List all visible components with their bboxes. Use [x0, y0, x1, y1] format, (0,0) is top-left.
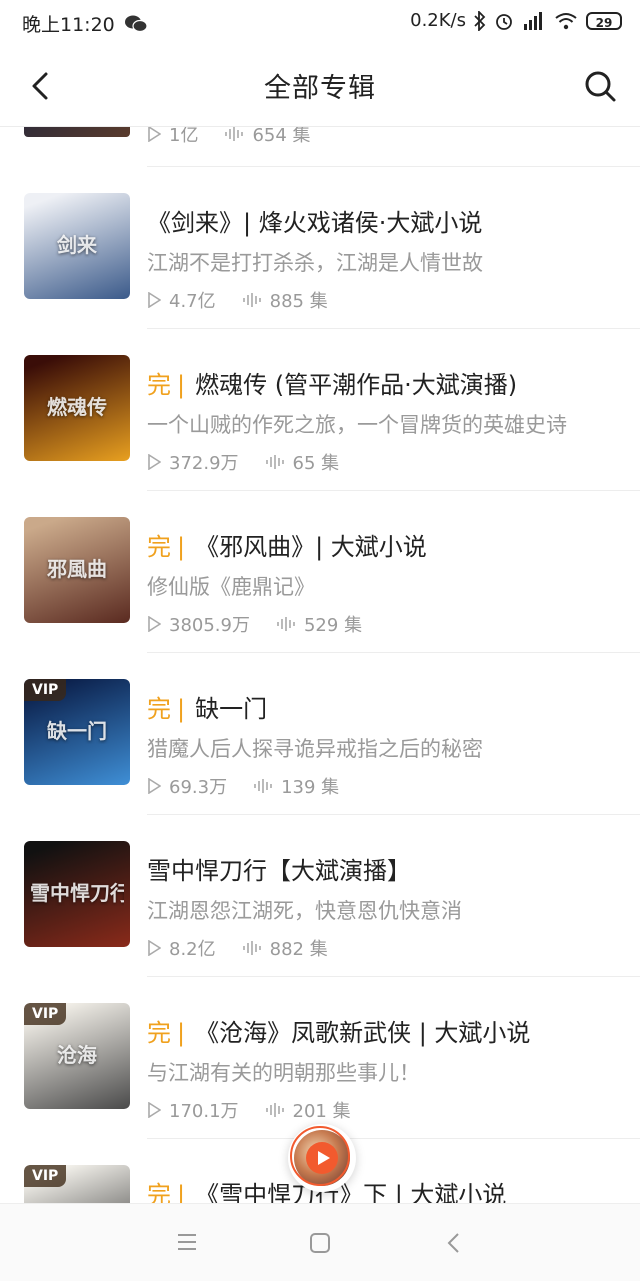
episode-count: 65 集	[292, 453, 340, 474]
audio-wave-icon	[277, 617, 295, 631]
album-cover: 邪風曲	[24, 517, 130, 623]
album-description: 修仙版《鹿鼎记》	[147, 575, 315, 599]
back-icon[interactable]	[444, 1232, 464, 1254]
completed-badge: 完	[147, 695, 171, 723]
album-title: 《剑来》| 烽火戏诸侯·大斌小说	[147, 209, 483, 237]
album-cover	[24, 127, 130, 137]
album-item[interactable]: 邪風曲 完 | 《邪风曲》| 大斌小说修仙版《鹿鼎记》 3805.9万 529 集	[0, 491, 640, 653]
play-button-icon[interactable]	[306, 1142, 338, 1174]
vip-badge: VIP	[24, 1003, 67, 1025]
header: 全部专辑	[0, 46, 640, 127]
cover-art-text: 燃魂传	[47, 395, 107, 419]
album-item[interactable]: 沧海 VIP 完 | 《沧海》凤歌新武侠 | 大斌小说与江湖有关的明朝那些事儿！ 170.…	[0, 977, 640, 1139]
vip-badge: VIP	[24, 679, 67, 701]
album-description: 与江湖有关的明朝那些事儿！	[147, 1061, 420, 1085]
home-square-icon[interactable]	[309, 1232, 331, 1254]
wifi-icon	[555, 12, 577, 29]
audio-wave-icon	[265, 1103, 284, 1117]
cover-art-text: 缺一门	[47, 719, 107, 743]
play-count: 170.1万	[169, 1101, 239, 1122]
network-speed: 0.2K/s	[410, 10, 466, 31]
album-list[interactable]: 1亿 654 集 剑来 《剑来》| 烽火戏诸侯·大斌小说江湖不是打打杀杀，江湖是人…	[0, 127, 640, 1203]
episode-count: 139 集	[281, 777, 340, 798]
completed-badge: 完	[147, 371, 171, 399]
album-description: 猎魔人后人探寻诡异戒指之后的秘密	[147, 737, 483, 761]
episode-count: 885 集	[269, 291, 328, 312]
wechat-icon	[124, 15, 147, 32]
completed-separator: |	[177, 533, 186, 561]
completed-badge: 完	[147, 533, 171, 561]
album-item[interactable]: 剑来 《剑来》| 烽火戏诸侯·大斌小说江湖不是打打杀杀，江湖是人情世故 4.7亿 88…	[0, 167, 640, 329]
cover-art-text: 沧海	[57, 1043, 97, 1067]
episode-count: 882 集	[269, 939, 328, 960]
completed-separator: |	[177, 1181, 186, 1203]
bluetooth-icon	[474, 10, 486, 31]
search-icon[interactable]	[582, 68, 618, 104]
menu-icon[interactable]	[176, 1232, 198, 1252]
cover-art-text: 剑来	[57, 233, 97, 257]
play-count: 69.3万	[169, 777, 228, 798]
episode-count: 654 集	[252, 127, 311, 146]
album-description: 江湖不是打打杀杀，江湖是人情世故	[147, 251, 483, 275]
play-icon	[148, 616, 161, 632]
album-cover: 剑来	[24, 193, 130, 299]
audio-wave-icon	[225, 127, 244, 141]
vip-badge: VIP	[24, 1165, 67, 1187]
album-title: 《雪中悍刀行》下 | 大斌小说	[195, 1181, 507, 1203]
episode-count: 201 集	[292, 1101, 351, 1122]
play-icon	[148, 127, 161, 142]
system-nav-bar	[0, 1203, 640, 1281]
play-icon	[148, 940, 161, 956]
album-cover: 缺一门 VIP	[24, 679, 130, 785]
album-title: 《邪风曲》| 大斌小说	[195, 533, 427, 561]
album-title: 《沧海》凤歌新武侠 | 大斌小说	[195, 1019, 531, 1047]
signal-icon	[524, 11, 542, 30]
audio-wave-icon	[254, 779, 272, 793]
album-item[interactable]: 缺一门 VIP 完 | 缺一门猎魔人后人探寻诡异戒指之后的秘密 69.3万 139 集	[0, 653, 640, 815]
completed-separator: |	[177, 1019, 186, 1047]
status-bar: 晚上11:20 0.2K/s 29	[0, 0, 640, 46]
audio-wave-icon	[242, 941, 261, 955]
mini-player[interactable]	[288, 1124, 356, 1192]
battery-indicator: 29	[586, 11, 622, 30]
play-icon	[148, 778, 161, 794]
play-count: 4.7亿	[169, 291, 216, 312]
play-icon	[148, 292, 161, 308]
cover-art-text: 雪中悍刀行	[30, 881, 124, 905]
episode-count: 529 集	[303, 615, 363, 636]
album-item[interactable]: 雪中悍刀行 雪中悍刀行【大斌演播】江湖恩怨江湖死，快意恩仇快意消 8.2亿 882 集	[0, 815, 640, 977]
play-count: 1亿	[169, 127, 199, 146]
play-icon	[148, 454, 161, 470]
album-title: 燃魂传 (管平潮作品·大斌演播)	[195, 371, 518, 399]
audio-wave-icon	[265, 455, 284, 469]
play-count: 3805.9万	[169, 615, 250, 636]
album-item[interactable]: 燃魂传 完 | 燃魂传 (管平潮作品·大斌演播) 一个山贼的作死之旅，一个冒牌货的英雄史…	[0, 329, 640, 491]
album-title: 缺一门	[195, 695, 268, 723]
completed-separator: |	[177, 371, 186, 399]
completed-badge: 完	[147, 1019, 171, 1047]
play-count: 8.2亿	[169, 939, 216, 960]
album-cover: 沧海 VIP	[24, 1003, 130, 1109]
album-description: 一个山贼的作死之旅，一个冒牌货的英雄史诗	[147, 413, 567, 437]
cover-art-text: 邪風曲	[47, 557, 107, 581]
album-title: 雪中悍刀行【大斌演播】	[147, 857, 411, 885]
page-title: 全部专辑	[264, 73, 376, 104]
album-cover: 雪中悍刀行VIP	[24, 1165, 130, 1203]
album-item-partial[interactable]: 1亿 654 集	[0, 127, 640, 167]
completed-badge: 完	[147, 1181, 171, 1203]
play-count: 372.9万	[169, 453, 239, 474]
completed-separator: |	[177, 695, 186, 723]
alarm-icon	[496, 13, 512, 30]
audio-wave-icon	[242, 293, 261, 307]
album-cover: 雪中悍刀行	[24, 841, 130, 947]
status-time: 晚上11:20	[22, 14, 115, 36]
album-description: 江湖恩怨江湖死，快意恩仇快意消	[147, 899, 462, 923]
album-cover: 燃魂传	[24, 355, 130, 461]
play-icon	[148, 1102, 161, 1118]
